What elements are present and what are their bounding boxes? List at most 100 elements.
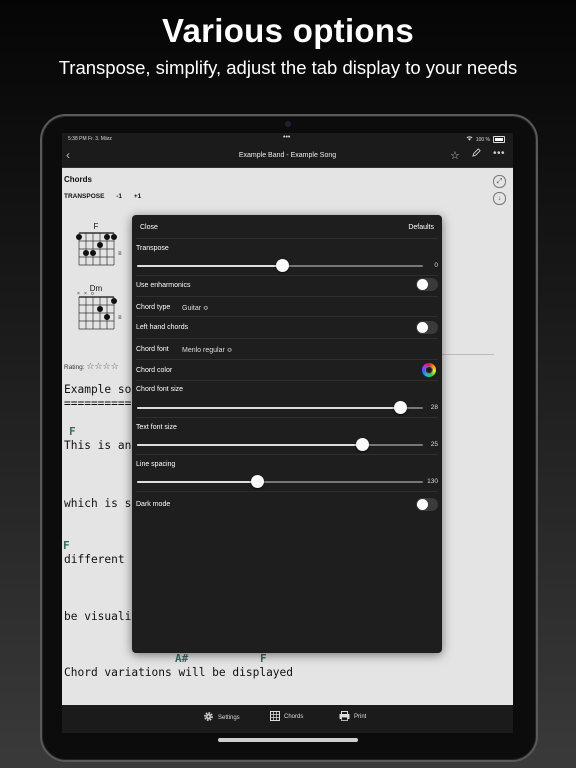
tab-chords[interactable]: Chords (270, 711, 303, 723)
promo-subline: Transpose, simplify, adjust the tab disp… (58, 57, 518, 78)
svg-text:o: o (91, 291, 94, 297)
line-spacing-slider[interactable] (137, 475, 423, 488)
chord-diagram-dm[interactable]: Dm × × o ≡ (74, 283, 124, 331)
song-line: be visuali (64, 610, 132, 623)
tab-settings[interactable]: Settings (203, 711, 240, 724)
settings-popup: Close Defaults Transpose 0 Use enharmoni… (132, 215, 442, 653)
nav-bar: ‹ Example Band - Example Song ☆ ••• (62, 145, 513, 168)
app-screen: 5:38 PM Fr. 3. März ••• 100 % ‹ Example … (62, 133, 513, 733)
dark-mode-label: Dark mode (136, 501, 171, 508)
battery-icon (493, 136, 505, 143)
song-line: This is an (64, 439, 132, 452)
download-icon[interactable]: ↓ (493, 192, 506, 205)
svg-text:×: × (84, 291, 87, 297)
svg-text:≡: ≡ (118, 251, 122, 257)
divider (136, 359, 438, 360)
text-font-size-value: 25 (430, 441, 438, 448)
rating-stars[interactable]: ☆☆☆☆ (86, 361, 118, 371)
slider-knob[interactable] (356, 438, 370, 451)
divider (136, 296, 438, 297)
transpose-row: TRANSPOSE -1 +1 (64, 193, 151, 200)
status-right: 100 % (466, 136, 505, 143)
more-options-icon[interactable]: ••• (493, 148, 505, 159)
tab-bar: Settings Chords Print (62, 705, 513, 733)
chord-mark: F (69, 425, 76, 438)
slider-fill (137, 265, 283, 267)
slider-fill (137, 407, 401, 409)
song-line: Chord variations will be displayed (64, 666, 294, 679)
divider (434, 354, 494, 355)
chord-font-size-label: Chord font size (136, 386, 184, 393)
multitask-dots-icon[interactable]: ••• (283, 134, 290, 141)
chord-diagram-name: F (94, 222, 99, 231)
song-line: which is s (64, 497, 132, 510)
divider (136, 491, 438, 492)
divider (136, 338, 438, 339)
text-font-size-slider[interactable] (137, 438, 423, 451)
home-indicator[interactable] (218, 738, 358, 742)
line-spacing-value: 130 (427, 478, 438, 485)
chord-font-select[interactable]: Menlo regular ≎ (182, 346, 233, 354)
use-enharmonics-toggle[interactable] (416, 278, 438, 291)
use-enharmonics-label: Use enharmonics (136, 282, 191, 289)
text-font-size-label: Text font size (136, 424, 177, 431)
status-bar: 5:38 PM Fr. 3. März ••• 100 % (62, 133, 513, 145)
tab-settings-label: Settings (218, 714, 240, 721)
divider (136, 316, 438, 317)
rating: Rating: ☆☆☆☆ (64, 361, 119, 372)
chord-font-size-slider[interactable] (137, 401, 423, 414)
svg-text:×: × (77, 291, 80, 297)
chords-heading: Chords (64, 175, 92, 184)
chord-mark: F (260, 652, 267, 665)
left-hand-chords-toggle[interactable] (416, 321, 438, 334)
close-button[interactable]: Close (140, 224, 158, 231)
chord-type-label: Chord type (136, 304, 171, 311)
transpose-value: 0 (434, 262, 438, 269)
color-picker-icon[interactable] (422, 363, 436, 377)
divider (136, 380, 438, 381)
dark-mode-toggle[interactable] (416, 498, 438, 511)
song-line: Example so (64, 383, 132, 396)
fullscreen-icon[interactable]: ⤢ (493, 175, 506, 188)
chord-font-size-value: 28 (430, 404, 438, 411)
tab-print[interactable]: Print (339, 711, 366, 723)
camera-icon (285, 121, 291, 127)
rating-label: Rating: (64, 364, 85, 371)
divider (136, 238, 438, 239)
transpose-label: TRANSPOSE (64, 193, 105, 200)
tab-chords-label: Chords (284, 714, 304, 720)
gear-icon (203, 711, 214, 724)
printer-icon (339, 711, 350, 723)
slider-knob[interactable] (276, 259, 290, 272)
chord-type-select[interactable]: Guitar ≎ (182, 304, 209, 312)
chord-font-label: Chord font (136, 346, 169, 353)
transpose-down-button[interactable]: -1 (116, 193, 122, 200)
slider-fill (137, 444, 363, 446)
transpose-up-button[interactable]: +1 (134, 193, 141, 200)
chord-grid-icon (270, 711, 280, 723)
divider (136, 454, 438, 455)
slider-knob[interactable] (393, 401, 407, 414)
favorite-star-icon[interactable]: ☆ (450, 149, 460, 162)
promo-headline: Various options (161, 12, 415, 49)
divider (136, 417, 438, 418)
wifi-icon (466, 136, 473, 143)
line-spacing-label: Line spacing (136, 461, 176, 468)
song-line: different (64, 553, 125, 566)
divider (136, 275, 438, 276)
edit-pencil-icon[interactable] (472, 148, 481, 160)
slider-knob[interactable] (250, 475, 264, 488)
transpose-label: Transpose (136, 245, 169, 252)
defaults-button[interactable]: Defaults (408, 224, 434, 231)
svg-text:≡: ≡ (118, 315, 122, 321)
transpose-slider[interactable] (137, 259, 423, 272)
status-time: 5:38 PM Fr. 3. März (68, 136, 112, 142)
chord-color-label: Chord color (136, 367, 173, 374)
chord-mark: A# (175, 652, 189, 665)
chord-diagram-f[interactable]: F ≡ (74, 221, 124, 269)
battery-percent: 100 % (475, 136, 490, 143)
left-hand-chords-label: Left hand chords (136, 324, 189, 331)
song-line: ========== (64, 397, 132, 410)
chord-mark: F (63, 539, 70, 552)
song-title: Example Band - Example Song (238, 152, 337, 159)
